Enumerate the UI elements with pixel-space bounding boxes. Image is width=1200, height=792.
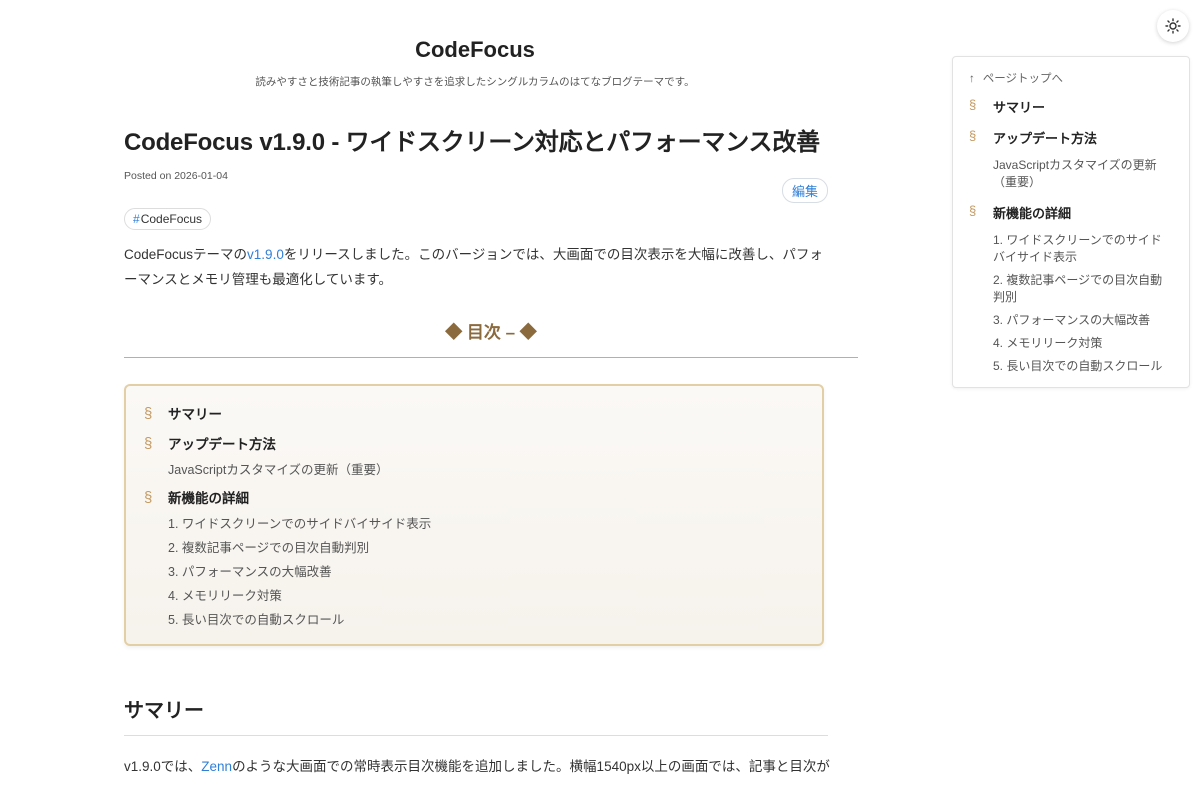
side-toc-item[interactable]: § アップデート方法 (969, 128, 1173, 147)
back-to-top-link[interactable]: ↑ ページトップへ (969, 69, 1173, 89)
version-link[interactable]: v1.9.0 (247, 247, 284, 262)
site-description: 読みやすさと技術記事の執筆しやすさを追求したシングルカラムのはてなブログテーマで… (255, 76, 695, 88)
toc-subitem[interactable]: 5. 長い目次での自動スクロール (144, 608, 804, 632)
toc-item[interactable]: § サマリー (144, 398, 804, 428)
site-header: CodeFocus 読みやすさと技術記事の執筆しやすさを追求したシングルカラムの… (124, 36, 826, 89)
side-toc-item[interactable]: § 新機能の詳細 (969, 203, 1173, 222)
toc-heading: ◆ 目次 – ◆ (124, 318, 858, 358)
category-tag-label: CodeFocus (140, 212, 203, 226)
toc-subitem[interactable]: 2. 複数記事ページでの目次自動判別 (144, 536, 804, 560)
arrow-up-icon: ↑ (969, 73, 975, 85)
toc-subitem[interactable]: 1. ワイドスクリーンでのサイドバイサイド表示 (144, 512, 804, 536)
toc-item[interactable]: § 新機能の詳細 (144, 482, 804, 512)
section-icon: § (969, 128, 977, 143)
back-to-top-label: ページトップへ (982, 73, 1064, 85)
entry-title[interactable]: CodeFocus v1.9.0 - ワイドスクリーン対応とパフォーマンス改善 (124, 126, 858, 160)
section-icon: § (144, 488, 153, 506)
posted-date: Posted on 2026-01-04 (124, 170, 228, 182)
side-toc-item-label: アップデート方法 (993, 131, 1098, 146)
site-title[interactable]: CodeFocus (124, 36, 826, 64)
section-icon: § (144, 434, 153, 452)
sun-icon (1165, 18, 1181, 34)
section-icon: § (969, 97, 977, 112)
section-text-before: v1.9.0では、 (124, 759, 202, 774)
side-toc-subitem[interactable]: 4. メモリリーク対策 (969, 335, 1173, 352)
side-toc-item-label: 新機能の詳細 (993, 206, 1072, 221)
edit-button[interactable]: 編集 (782, 178, 829, 203)
section-paragraph: v1.9.0では、Zennのような大画面での常時表示目次機能を追加しました。横幅… (124, 756, 858, 778)
toc-item-label: サマリー (168, 407, 222, 422)
intro-text-before: CodeFocusテーマの (124, 247, 248, 262)
side-toc-item-label: サマリー (993, 100, 1046, 115)
category-tag[interactable]: #CodeFocus (124, 208, 212, 230)
side-toc-item[interactable]: § サマリー (969, 97, 1173, 116)
side-toc-subitem[interactable]: 3. パフォーマンスの大幅改善 (969, 312, 1173, 329)
side-toc-subitem[interactable]: 1. ワイドスクリーンでのサイドバイサイド表示 (969, 232, 1173, 266)
hash-icon: # (133, 212, 140, 226)
inline-toc: § サマリー § アップデート方法 JavaScriptカスタマイズの更新（重要） … (124, 384, 824, 646)
toc-subitem[interactable]: 4. メモリリーク対策 (144, 584, 804, 608)
section-icon: § (144, 404, 153, 422)
section-icon: § (969, 203, 977, 218)
toc-subitem[interactable]: 3. パフォーマンスの大幅改善 (144, 560, 804, 584)
zenn-link[interactable]: Zenn (201, 759, 232, 774)
toc-item[interactable]: § アップデート方法 (144, 428, 804, 458)
section-text-after: のような大画面での常時表示目次機能を追加しました。横幅1540px以上の画面では… (232, 759, 830, 774)
intro-paragraph: CodeFocusテーマのv1.9.0をリリースしました。このバージョンでは、大… (124, 242, 824, 292)
article: CodeFocus v1.9.0 - ワイドスクリーン対応とパフォーマンス改善 … (124, 126, 858, 792)
theme-toggle-button[interactable] (1157, 10, 1189, 42)
side-toc: ↑ ページトップへ § サマリー § アップデート方法 JavaScriptカスタマイ… (952, 56, 1190, 388)
toc-item-label: 新機能の詳細 (168, 491, 249, 506)
side-toc-subitem[interactable]: JavaScriptカスタマイズの更新（重要） (969, 157, 1173, 191)
section-heading-summary: サマリー (124, 694, 828, 736)
side-toc-subitem[interactable]: 2. 複数記事ページでの目次自動判別 (969, 272, 1173, 306)
side-toc-subitem[interactable]: 5. 長い目次での自動スクロール (969, 358, 1173, 375)
toc-item-label: アップデート方法 (168, 437, 276, 452)
toc-subitem[interactable]: JavaScriptカスタマイズの更新（重要） (144, 458, 804, 482)
